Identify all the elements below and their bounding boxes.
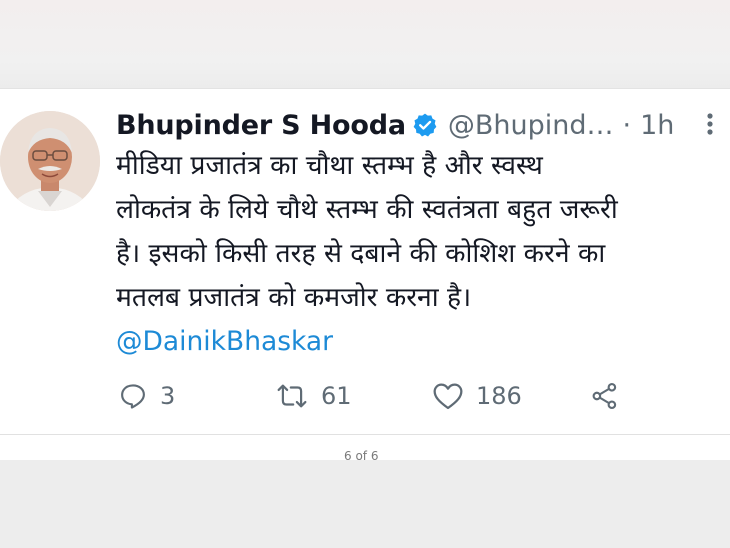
share-icon	[590, 381, 620, 411]
mention-link[interactable]: @DainikBhaskar	[116, 326, 333, 357]
page-indicator-text: 6 of 6	[344, 450, 379, 460]
retweet-button[interactable]: 61	[275, 376, 352, 416]
blurred-background-top	[0, 0, 730, 88]
blurred-background-bottom	[0, 460, 730, 548]
tweet-line: मीडिया प्रजातंत्र का चौथा स्तम्भ है और स…	[116, 150, 543, 181]
verified-badge-icon	[412, 112, 438, 138]
tweet-actions: 3 61 186	[118, 376, 638, 416]
like-count: 186	[476, 382, 522, 410]
share-button[interactable]	[590, 376, 620, 416]
tweet-text: मीडिया प्रजातंत्र का चौथा स्तम्भ है और स…	[116, 144, 716, 364]
like-button[interactable]: 186	[432, 376, 522, 416]
tweet-time[interactable]: 1h	[640, 110, 674, 141]
tweet-divider	[0, 434, 730, 435]
author-handle[interactable]: @Bhupind…	[448, 110, 614, 141]
reply-button[interactable]: 3	[118, 376, 175, 416]
retweet-count: 61	[321, 382, 352, 410]
tweet-line: मतलब प्रजातंत्र को कमजोर करना है।	[116, 282, 472, 313]
tweet-line: है। इसको किसी तरह से दबाने की कोशिश करने…	[116, 238, 606, 269]
avatar[interactable]	[0, 111, 100, 211]
reply-count: 3	[160, 382, 176, 410]
separator-dot: ·	[622, 109, 632, 141]
tweet-line: लोकतंत्र के लिये चौथे स्तम्भ की स्वतंत्र…	[116, 194, 618, 225]
tweet-header: Bhupinder S Hooda @Bhupind… · 1h	[116, 104, 674, 146]
page-indicator: 6 of 6	[344, 450, 384, 460]
like-icon	[432, 381, 464, 411]
author-name[interactable]: Bhupinder S Hooda	[116, 110, 406, 141]
more-options-icon[interactable]	[700, 110, 720, 140]
retweet-icon	[275, 381, 309, 411]
reply-icon	[118, 381, 148, 411]
